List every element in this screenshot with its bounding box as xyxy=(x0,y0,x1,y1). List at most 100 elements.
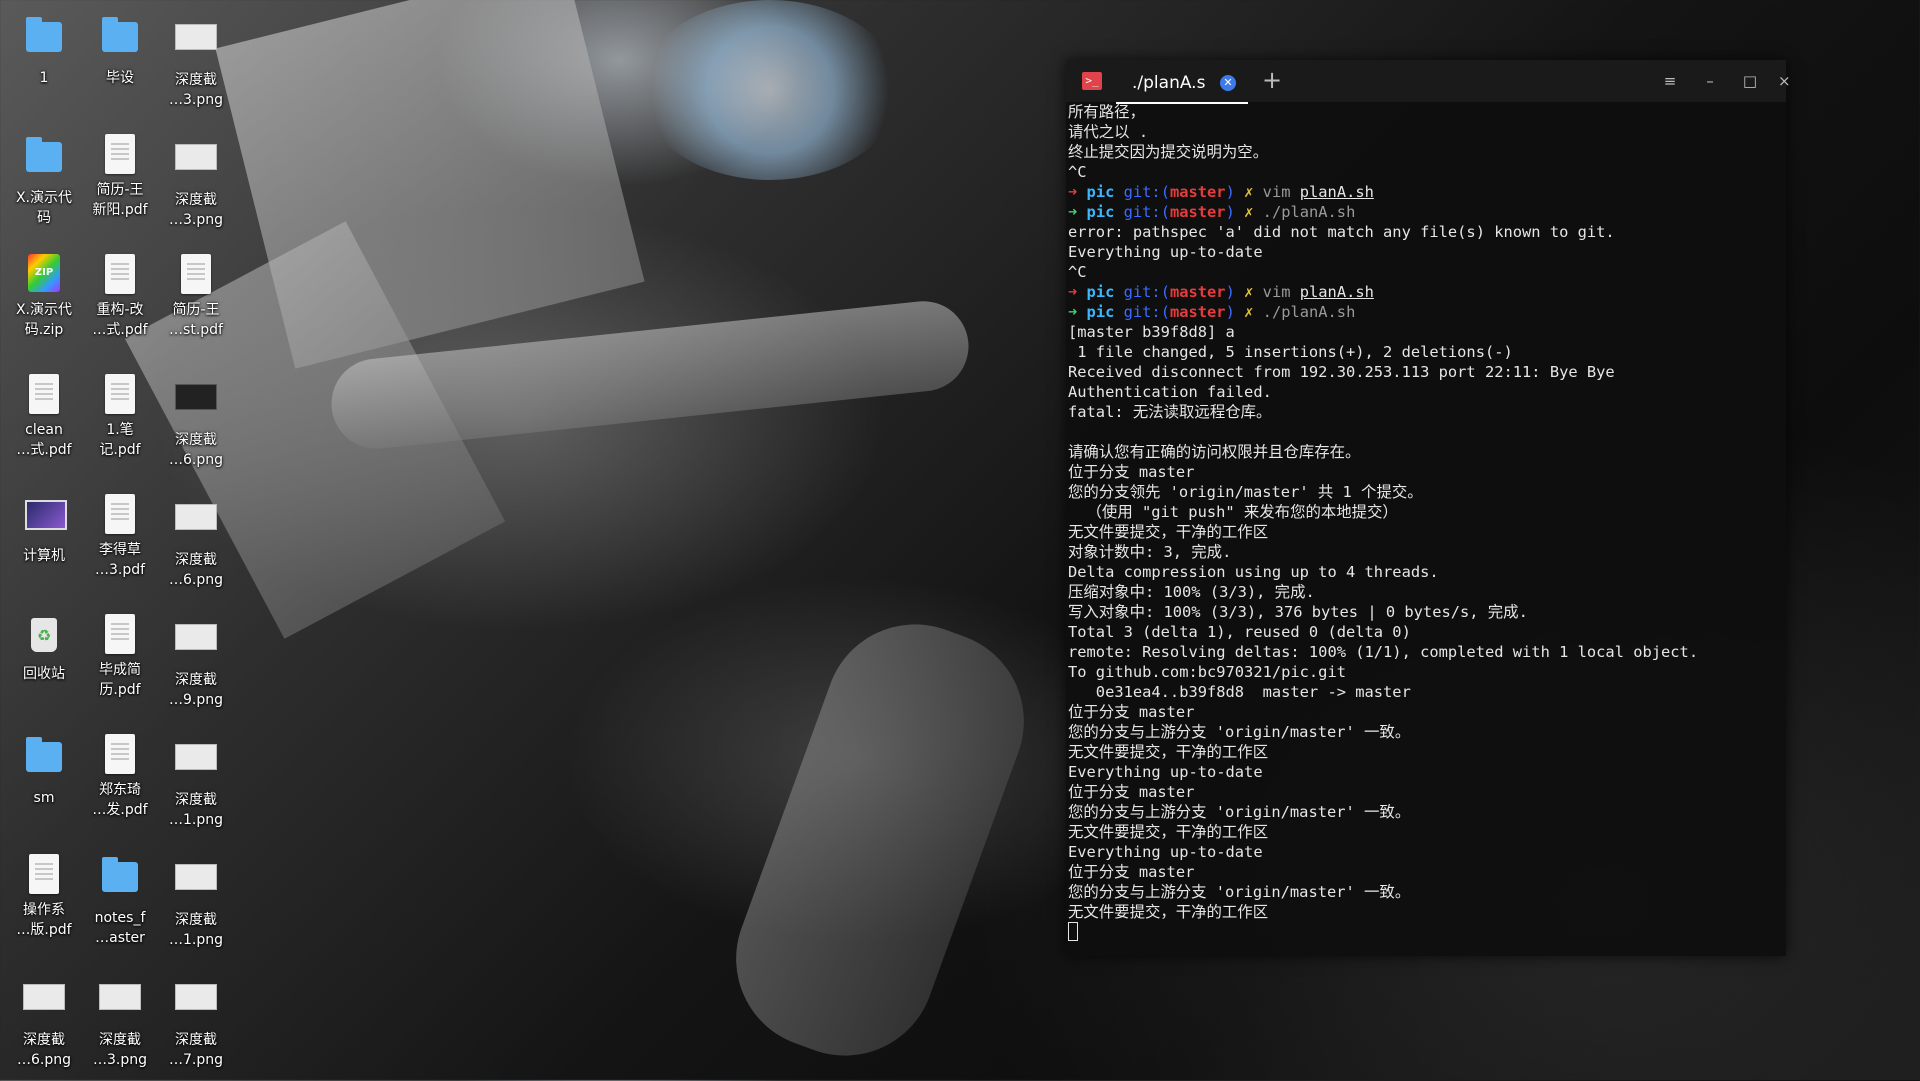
tab-close-icon[interactable]: ✕ xyxy=(1220,75,1236,91)
desktop-icon[interactable]: 深度截 …3.png xyxy=(158,134,234,230)
label-line: 记.pdf xyxy=(99,442,141,458)
label-line: …3.png xyxy=(92,1052,147,1068)
maximize-button[interactable]: □ xyxy=(1738,70,1762,92)
terminal-line: 请确认您有正确的访问权限并且仓库存在。 xyxy=(1068,442,1778,462)
desktop-icon[interactable]: 1.笔 记.pdf xyxy=(82,374,158,460)
terminal-text: Authentication failed. xyxy=(1068,383,1272,401)
pdf-file-icon xyxy=(99,494,141,536)
terminal-text: 无文件要提交，干净的工作区 xyxy=(1068,523,1269,541)
terminal-line: To github.com:bc970321/pic.git xyxy=(1068,662,1778,682)
label-line: …9.png xyxy=(168,692,223,708)
desktop-icon[interactable]: 郑东琦 …发.pdf xyxy=(82,734,158,820)
desktop-icon[interactable]: 简历-王 …st.pdf xyxy=(158,254,234,340)
desktop-icon[interactable]: 回收站 xyxy=(6,614,82,684)
desktop-icon-label: 深度截 …9.png xyxy=(158,670,234,710)
terminal-output[interactable]: 所有路径， 请代之以 . 终止提交因为提交说明为空。 ^C ➜ pic git:(mas… xyxy=(1068,102,1778,956)
label-line: 简历-王 xyxy=(96,182,144,198)
label-line: 深度截 xyxy=(99,1032,141,1048)
terminal-text: pic xyxy=(1086,303,1124,321)
desktop-icon[interactable]: 深度截 …9.png xyxy=(158,614,234,710)
terminal-text: 请确认您有正确的访问权限并且仓库存在。 xyxy=(1068,443,1361,461)
close-button[interactable]: × xyxy=(1778,70,1791,92)
terminal-line: ➜ pic git:(master) ✗ vim planA.sh xyxy=(1068,182,1778,202)
desktop-icon[interactable]: sm xyxy=(6,734,82,808)
desktop-icon[interactable]: 简历-王 新阳.pdf xyxy=(82,134,158,220)
prompt-line[interactable] xyxy=(1068,922,1778,942)
terminal-text: 1 file changed, 5 insertions(+), 2 delet… xyxy=(1068,343,1513,361)
desktop-icon-label: 深度截 …6.png xyxy=(158,430,234,470)
terminal-titlebar[interactable]: >_ ./planA.s ✕ + ≡ – □ × xyxy=(1066,60,1791,104)
trash-icon xyxy=(23,618,65,660)
desktop-icon[interactable]: 深度截 …3.png xyxy=(158,14,234,110)
label-line: 毕设 xyxy=(106,70,134,86)
text-cursor xyxy=(1068,922,1078,941)
label-line: …3.pdf xyxy=(94,562,146,578)
terminal-text: 所有路径， xyxy=(1068,103,1145,121)
desktop-icon[interactable]: 重构-改 …式.pdf xyxy=(82,254,158,340)
terminal-line: ➜ pic git:(master) ✗ vim planA.sh xyxy=(1068,282,1778,302)
desktop-icon-label: 深度截 …7.png xyxy=(158,1030,234,1070)
desktop-icon-label: 操作系 …版.pdf xyxy=(6,900,82,940)
desktop-icon[interactable]: 计算机 xyxy=(6,494,82,566)
desktop-icon[interactable]: 深度截 …3.png xyxy=(82,974,158,1070)
menu-icon[interactable]: ≡ xyxy=(1658,70,1682,92)
terminal-line: ^C xyxy=(1068,262,1778,282)
terminal-text: 对象计数中: 3, 完成. xyxy=(1068,543,1232,561)
terminal-window[interactable]: >_ ./planA.s ✕ + ≡ – □ × 所有路径， 请代之以 . 终止提交… xyxy=(1066,60,1791,956)
terminal-text: ./planA.sh xyxy=(1262,203,1356,221)
label-line: 码 xyxy=(37,210,51,226)
label-line: 计算机 xyxy=(23,548,65,564)
desktop-icon[interactable]: 深度截 …1.png xyxy=(158,734,234,830)
terminal-line: 无文件要提交，干净的工作区 xyxy=(1068,522,1778,542)
desktop-icon[interactable]: 深度截 …1.png xyxy=(158,854,234,950)
desktop-icon-label: 毕设 xyxy=(82,68,158,88)
label-line: X.演示代 xyxy=(15,302,73,318)
desktop-icon[interactable]: 深度截 …6.png xyxy=(158,374,234,470)
terminal-line: 无文件要提交，干净的工作区 xyxy=(1068,822,1778,842)
desktop-icon[interactable]: notes_f …aster xyxy=(82,854,158,948)
label-line: 李得草 xyxy=(99,542,141,558)
terminal-text: ✗ xyxy=(1244,203,1263,221)
label-line: …1.png xyxy=(168,812,223,828)
label-line: 操作系 xyxy=(23,902,65,918)
terminal-text: ➜ xyxy=(1068,203,1087,221)
terminal-line: 位于分支 master xyxy=(1068,862,1778,882)
desktop-icon[interactable]: 毕设 xyxy=(82,14,158,88)
terminal-app-icon: >_ xyxy=(1082,72,1102,90)
wallpaper-paper xyxy=(215,0,645,369)
desktop-icon[interactable]: ZIP X.演示代 码.zip xyxy=(6,254,82,340)
terminal-text: 0e31ea4..b39f8d8 master -> master xyxy=(1068,683,1411,701)
terminal-line: （使用 "git push" 来发布您的本地提交） xyxy=(1068,502,1778,522)
label-line: sm xyxy=(33,790,55,806)
desktop-icon[interactable]: 深度截 …6.png xyxy=(158,494,234,590)
terminal-line: Everything up-to-date xyxy=(1068,242,1778,262)
desktop-icon-label: 李得草 …3.pdf xyxy=(82,540,158,580)
pdf-file-icon xyxy=(99,374,141,416)
desktop-icon[interactable]: X.演示代码 xyxy=(6,134,82,228)
terminal-text: error: pathspec 'a' did not match any fi… xyxy=(1068,223,1615,241)
label-line: 深度截 xyxy=(23,1032,65,1048)
terminal-text: master xyxy=(1169,183,1226,201)
desktop-icon[interactable]: clean …式.pdf xyxy=(6,374,82,460)
terminal-text: git:( xyxy=(1123,283,1170,301)
terminal-tab[interactable]: ./planA.s ✕ xyxy=(1116,64,1248,104)
terminal-text: ➜ xyxy=(1068,303,1087,321)
new-tab-button[interactable]: + xyxy=(1262,66,1282,94)
desktop-icon-label: 1.笔 记.pdf xyxy=(82,420,158,460)
terminal-text: ) xyxy=(1225,203,1245,221)
desktop-icon[interactable]: 毕成简 历.pdf xyxy=(82,614,158,700)
terminal-line: Everything up-to-date xyxy=(1068,762,1778,782)
label-line: 郑东琦 xyxy=(99,782,141,798)
desktop-icon[interactable]: 操作系 …版.pdf xyxy=(6,854,82,940)
minimize-button[interactable]: – xyxy=(1698,70,1722,92)
terminal-text: vim xyxy=(1262,283,1300,301)
desktop-icon[interactable]: 1 xyxy=(6,14,82,88)
desktop-icon[interactable]: 李得草 …3.pdf xyxy=(82,494,158,580)
desktop-icon[interactable]: 深度截 …7.png xyxy=(158,974,234,1070)
folder-icon xyxy=(23,17,65,64)
terminal-line: 无文件要提交，干净的工作区 xyxy=(1068,902,1778,922)
terminal-text: Received disconnect from 192.30.253.113 … xyxy=(1068,363,1615,381)
label-line: 回收站 xyxy=(23,666,65,682)
desktop-icon[interactable]: 深度截 …6.png xyxy=(6,974,82,1070)
terminal-text: vim xyxy=(1262,183,1300,201)
